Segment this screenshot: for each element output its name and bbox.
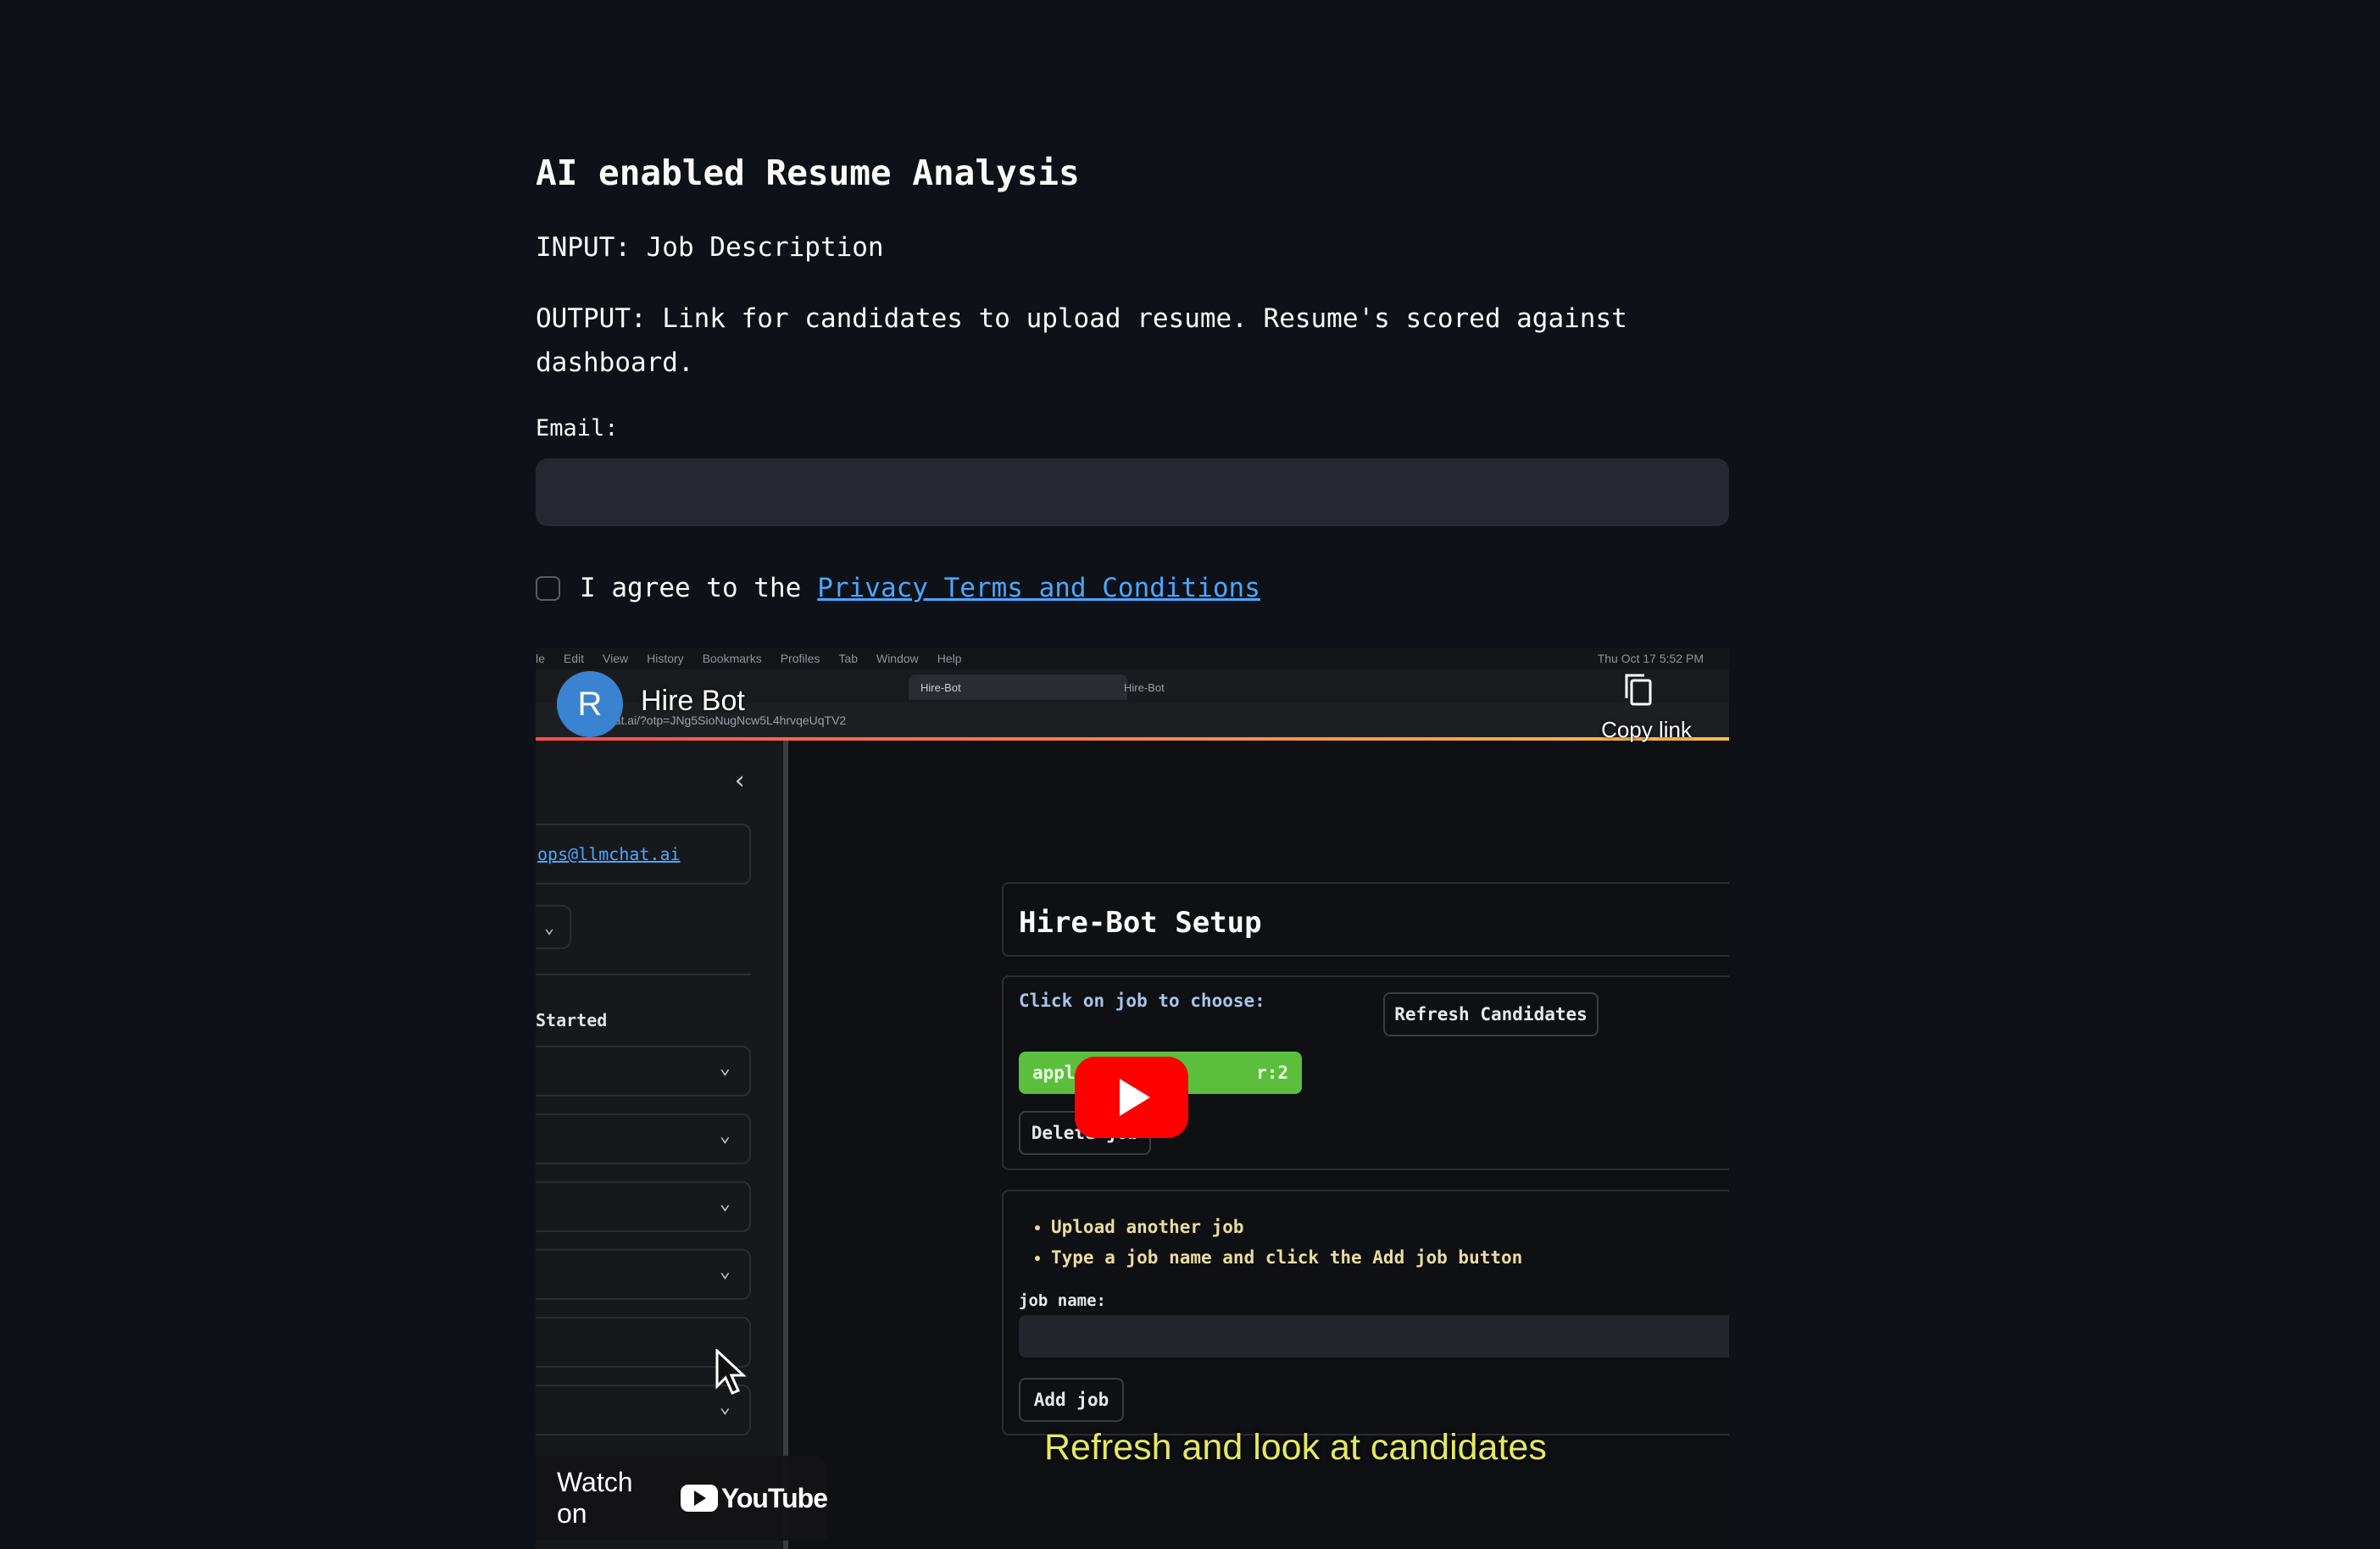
chevron-down-icon: ⌄ [719,1261,731,1282]
choose-job-label: Click on job to choose: [1019,991,1265,1011]
youtube-wordmark: YouTube [720,1482,828,1513]
menu-item: Help [937,652,962,665]
list-item: Type a job name and click the Add job bu… [1051,1242,1522,1273]
setup-card: Hire-Bot Setup [1002,882,1729,957]
job-name-label: job name: [1019,1291,1106,1310]
video-title[interactable]: Hire Bot [641,685,745,718]
youtube-embed[interactable]: le Edit View History Bookmarks Profiles Tab Win… [536,647,1729,1549]
play-button[interactable] [1075,1057,1188,1138]
mouse-cursor-icon [715,1349,747,1395]
refresh-candidates-button: Refresh Candidates [1383,992,1599,1036]
sidebar-expander: ⌄ [536,1046,751,1097]
sidebar-expander: ⌄ [536,1181,751,1232]
privacy-terms-link[interactable]: Privacy Terms and Conditions [817,573,1260,603]
youtube-play-icon [680,1485,718,1512]
job-name-field [1019,1315,1729,1357]
instructions-list: Upload another job Type a job name and c… [1004,1212,1522,1273]
menu-item: Window [876,652,919,665]
page-title: AI enabled Resume Analysis [536,153,1080,193]
setup-title: Hire-Bot Setup [1019,906,1262,940]
youtube-logo: YouTube [680,1482,828,1514]
list-item: Upload another job [1051,1212,1522,1242]
menu-item: Bookmarks [702,652,762,665]
copy-link-label[interactable]: Copy link [1601,717,1692,743]
email-label: Email: [536,415,619,441]
menu-item: Edit [563,652,585,665]
sidebar-started-heading: Started [536,1010,608,1030]
menu-item: View [603,652,629,665]
sidebar-expander: ⌄ [536,1249,751,1300]
browser-tab: Hire-Bot [909,675,1127,700]
watch-on-label: Watch on [557,1467,633,1529]
sidebar-email-link: ops@llmchat.ai [536,824,751,885]
agree-checkbox[interactable] [536,575,560,601]
menu-item: le [536,652,545,665]
email-input[interactable] [536,458,1729,526]
watch-on-youtube-button[interactable]: Watch on YouTube [536,1456,828,1541]
mac-clock: Thu Oct 17 5:52 PM [1597,652,1704,665]
menu-item: Tab [838,652,858,665]
channel-avatar[interactable]: R [557,671,623,737]
sidebar-expander: ⌄ [536,1113,751,1164]
copy-icon[interactable] [1624,673,1653,707]
chevron-down-icon: ⌄ [719,1058,731,1079]
menu-item: Profiles [780,652,820,665]
chevron-down-icon: ⌄ [719,1125,731,1146]
chevron-down-icon: ⌄ [719,1193,731,1214]
mac-menu-bar: le Edit View History Bookmarks Profiles Tab Win… [536,647,1729,669]
divider [536,974,751,975]
agree-row: I agree to the Privacy Terms and Conditi… [536,566,1260,610]
chevron-left-icon: ‹ [732,766,748,796]
chevron-down-icon: ⌄ [536,905,571,949]
app-sidebar: ‹ ops@llmchat.ai ⌄ Started ⌄ ⌄ ⌄ ⌄ ⌄ [536,741,788,1549]
job-pill-count: r:2 [1256,1063,1288,1083]
chevron-down-icon: ⌄ [719,1396,731,1418]
agree-text: I agree to the [580,573,802,603]
upload-card: Upload another job Type a job name and c… [1002,1190,1729,1435]
input-description: INPUT: Job Description [536,232,884,263]
output-description: OUTPUT: Link for candidates to upload re… [536,303,1627,378]
add-job-button: Add job [1019,1378,1124,1422]
video-caption: Refresh and look at candidates [1044,1427,1547,1468]
browser-tab: Hire-Bot [1124,680,1165,694]
menu-item: History [647,652,684,665]
